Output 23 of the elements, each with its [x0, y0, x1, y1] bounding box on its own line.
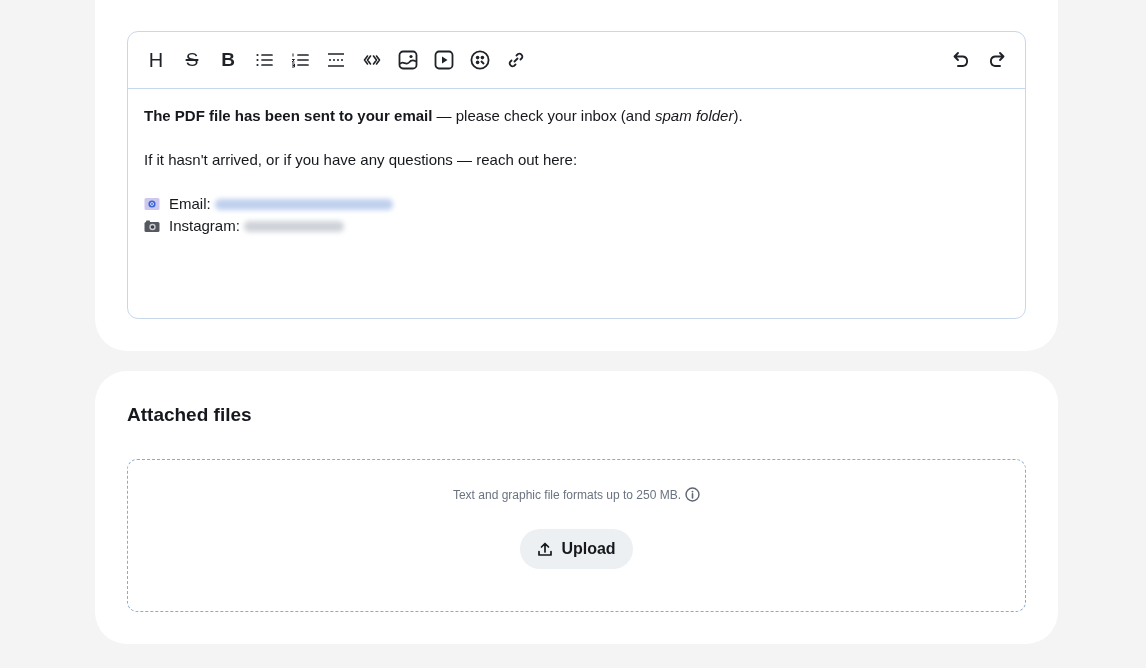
contact-label: Email:	[169, 194, 211, 214]
upload-button[interactable]: Upload	[520, 529, 633, 569]
contact-label: Instagram:	[169, 216, 240, 236]
circle-emblem-icon	[470, 50, 490, 70]
file-dropzone[interactable]: Text and graphic file formats up to 250 MB. Upload	[127, 459, 1026, 612]
image-icon	[398, 50, 418, 70]
bold-button[interactable]: B	[214, 46, 242, 74]
upload-hint: Text and graphic file formats up to 250 MB.	[452, 487, 682, 502]
play-icon	[434, 50, 454, 70]
undo-icon	[951, 50, 971, 70]
email-emoji-icon	[144, 197, 160, 211]
section-title: Attached files	[127, 403, 253, 427]
strikethrough-button[interactable]: S	[178, 46, 206, 74]
info-icon[interactable]	[685, 487, 701, 502]
heading-button[interactable]: H	[142, 46, 170, 74]
camera-emoji-icon	[144, 219, 160, 233]
redo-icon	[987, 50, 1007, 70]
rich-text-editor[interactable]: H S B The PDF file has been sent to your email — please check your inbox (and spam folder). If it hasn't arrived, or if you have any questions — reach out here: Email: Instagram:	[127, 31, 1026, 319]
editor-paragraph: If it hasn't arrived, or if you have any questions — reach out here:	[144, 150, 579, 170]
upload-icon	[537, 541, 554, 557]
editor-paragraph: The PDF file has been sent to your email — please check your inbox (and spam folder).	[144, 106, 744, 126]
link-icon	[506, 50, 526, 70]
divider-icon	[326, 50, 346, 70]
